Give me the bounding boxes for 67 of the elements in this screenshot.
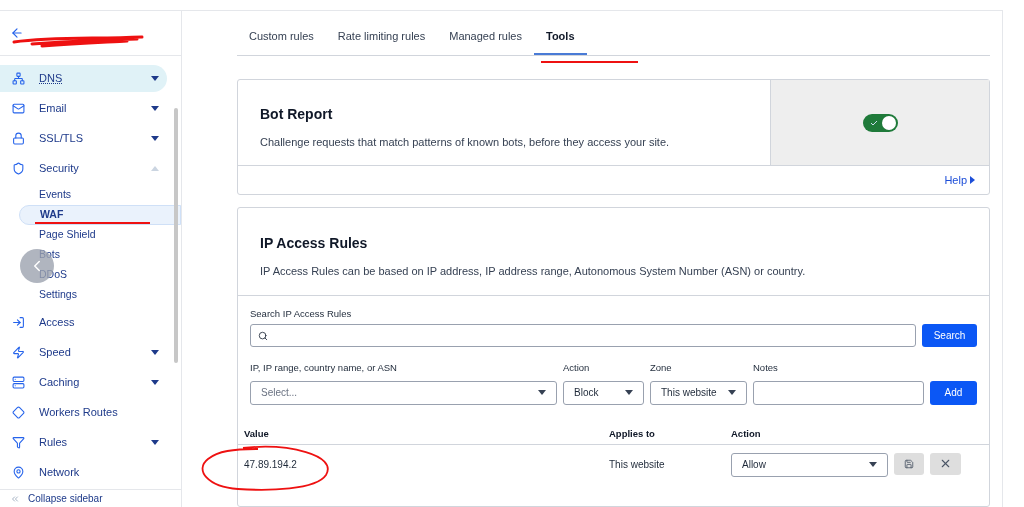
help-link[interactable]: Help [944,171,975,189]
caret-down-icon [151,350,159,355]
table-cell-text: 47.89.194.2 [244,458,298,472]
card-title: Bot Report [260,105,334,124]
nav-item[interactable]: Email [0,95,167,122]
caret-down-icon [151,106,159,111]
card-description: IP Access Rules can be based on IP address, IP address range, Autonomous System Number (ASN) or country. [260,264,807,279]
save-icon [904,458,914,469]
caret-up-icon [151,166,159,171]
tab[interactable]: Tools [534,28,587,55]
nav-item[interactable]: Security [0,155,167,182]
ip-select[interactable]: Select... [250,380,557,405]
lock-icon [12,132,25,145]
server-icon [12,376,25,389]
back-icon[interactable] [10,26,24,40]
field-label: Notes [753,361,779,376]
mail-icon [12,102,25,115]
column-header: Applies to [609,426,656,441]
save-button[interactable] [894,452,924,475]
field-label: Search IP Access Rules [250,307,353,321]
zone-select[interactable]: This website [650,380,747,405]
sitemap-icon [12,72,25,85]
action-select[interactable]: Block [563,380,644,405]
card-title: IP Access Rules [260,234,369,253]
add-button[interactable]: Add [930,380,977,405]
delete-button[interactable] [930,452,961,475]
field-label: Zone [650,361,673,376]
table-cell-text: This website [609,458,666,472]
nav-item[interactable]: Workers Routes [0,399,167,426]
nav-item[interactable]: Speed [0,339,167,366]
diamond-icon [12,406,25,419]
action-select[interactable]: Allow [731,452,888,477]
nav-item[interactable]: DNS [0,65,167,92]
collapse-sidebar-link[interactable]: Collapse sidebar [28,491,103,506]
nav-item[interactable]: Network [0,459,167,486]
map-pin-icon [12,466,25,479]
sign-in-icon [12,316,25,329]
search-field[interactable] [250,324,916,348]
card-description: Challenge requests that match patterns of known bots, before they access your site. [260,135,671,150]
search-icon [258,330,268,341]
nav-item[interactable]: Access [0,309,167,336]
filter-icon [12,436,25,449]
close-icon [939,457,952,470]
check-icon [869,118,878,127]
caret-down-icon [151,136,159,141]
column-header: Value [244,426,270,441]
tab[interactable]: Custom rules [237,28,326,55]
nav-item[interactable]: Caching [0,369,167,396]
notes-field[interactable] [753,380,924,405]
tab[interactable]: Managed rules [437,28,534,55]
field-label: IP, IP range, country name, or ASN [250,361,398,376]
nav-subitem[interactable]: Settings [19,285,167,305]
field-label: Action [563,361,591,376]
nav-subitem[interactable]: Events [19,185,167,205]
nav-item[interactable]: SSL/TLS [0,125,167,152]
search-button[interactable]: Search [922,324,977,348]
column-header: Action [731,426,762,441]
toggle-switch[interactable] [862,113,898,132]
nav-subitem[interactable]: Page Shield [19,225,167,245]
caret-down-icon [151,380,159,385]
shield-icon [12,162,25,175]
caret-down-icon [151,76,159,81]
caret-down-icon [151,440,159,445]
nav-item[interactable]: Rules [0,429,167,456]
nav-subitem[interactable]: WAF [19,205,181,225]
tab[interactable]: Rate limiting rules [325,28,438,55]
lightning-icon [12,346,25,359]
